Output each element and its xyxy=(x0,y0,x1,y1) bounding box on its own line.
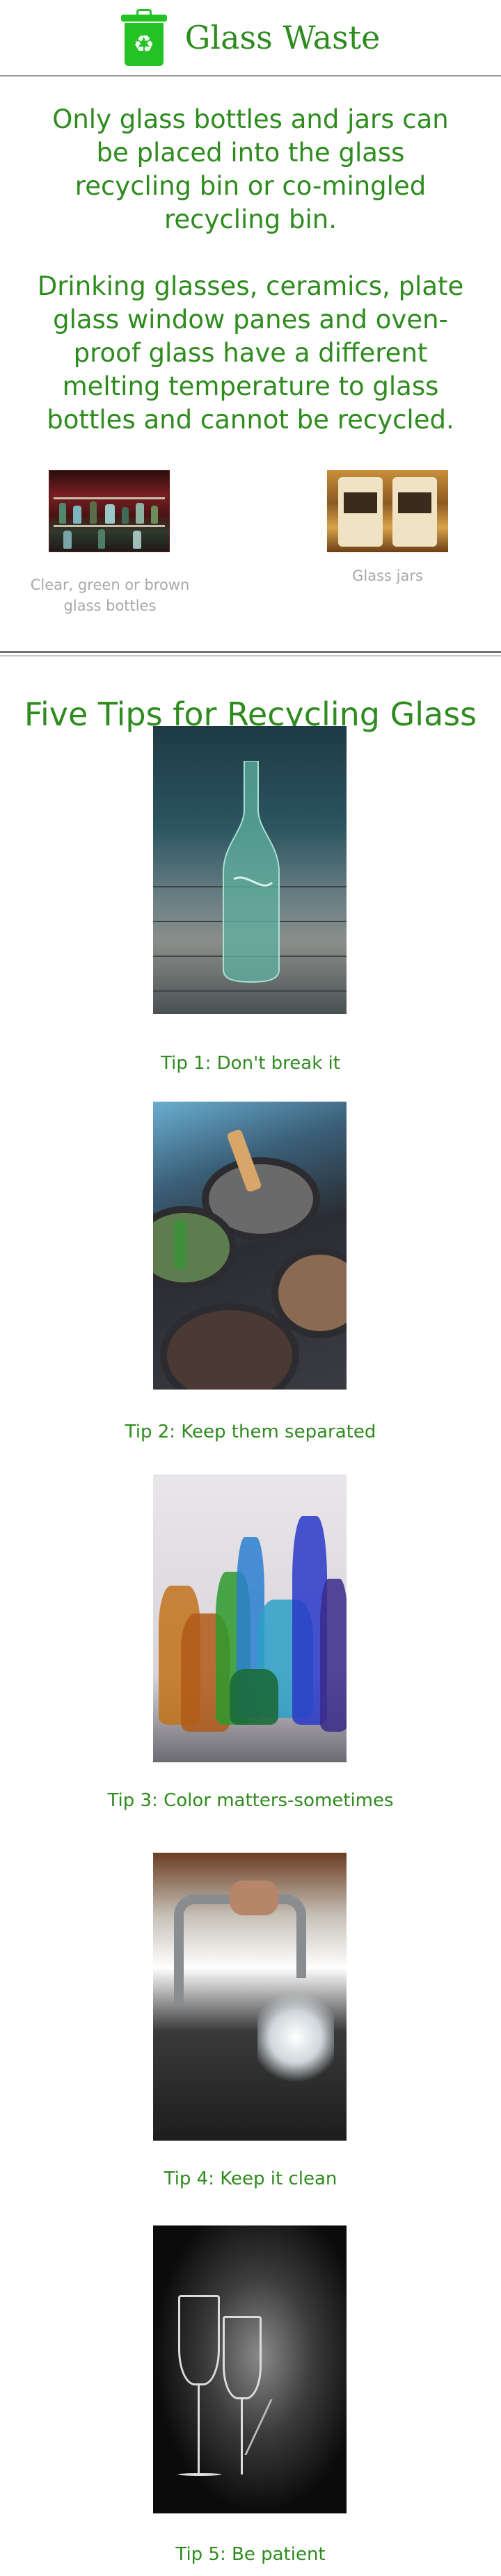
page-title: Glass Waste xyxy=(184,19,381,56)
glass-bottles-caption: Clear, green or brown glass bottles xyxy=(30,577,190,614)
glass-bottles-image[interactable] xyxy=(49,470,170,552)
recycle-bin-icon: ♻ xyxy=(120,8,167,67)
glass-jars-image[interactable] xyxy=(327,470,448,552)
tip-5-image[interactable] xyxy=(153,2225,347,2513)
section-divider xyxy=(0,651,501,657)
glass-types-gallery: Clear, green or brown glass bottles Glas… xyxy=(0,470,501,651)
tip-5-caption: Tip 5: Be patient xyxy=(175,2544,326,2565)
tip-3-caption: Tip 3: Color matters-sometimes xyxy=(107,1790,394,1811)
intro-paragraph-2: Drinking glasses, ceramics, plate glass … xyxy=(37,271,464,435)
tip-4-caption: Tip 4: Keep it clean xyxy=(164,2168,337,2189)
intro-text: Only glass bottles and jars can be place… xyxy=(0,77,501,437)
page-header: ♻ Glass Waste xyxy=(0,0,501,77)
glass-jars-caption: Glass jars xyxy=(352,567,423,584)
tip-1-caption: Tip 1: Don't break it xyxy=(161,1053,340,1074)
tip-3-image[interactable] xyxy=(153,1474,347,1762)
intro-paragraph-1: Only glass bottles and jars can be place… xyxy=(52,104,449,234)
tip-2-image[interactable] xyxy=(153,1102,347,1390)
tip-1-image[interactable] xyxy=(153,726,347,1014)
tip-4-image[interactable] xyxy=(153,1853,347,2141)
tip-2-caption: Tip 2: Keep them separated xyxy=(125,1422,376,1442)
